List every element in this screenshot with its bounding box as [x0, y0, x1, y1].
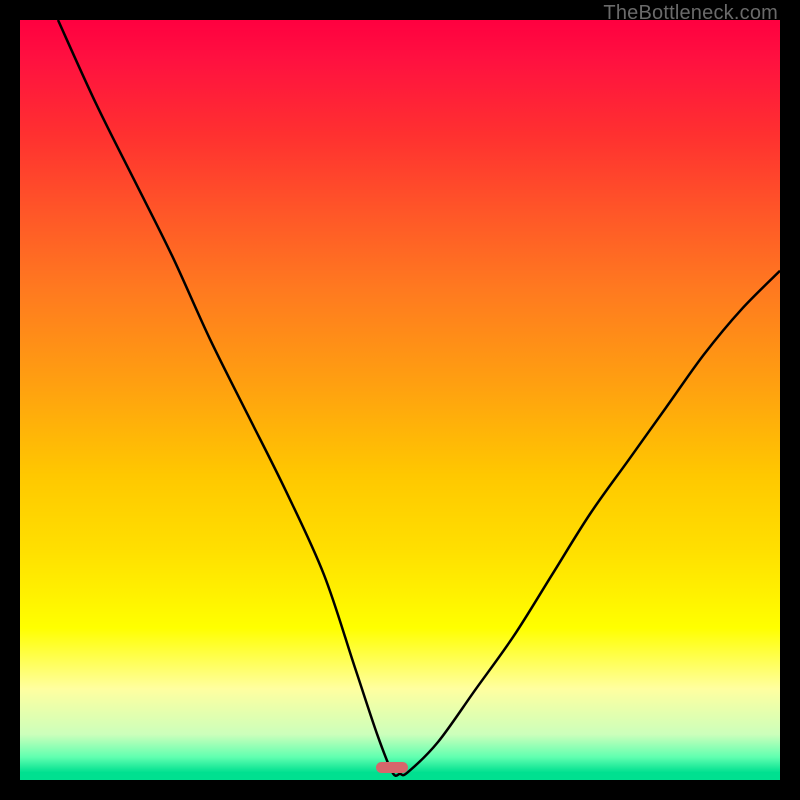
curve-layer — [20, 20, 780, 780]
plot-area — [20, 20, 780, 780]
optimal-marker — [376, 762, 408, 773]
chart-frame: TheBottleneck.com — [0, 0, 800, 800]
bottleneck-curve — [58, 20, 780, 776]
